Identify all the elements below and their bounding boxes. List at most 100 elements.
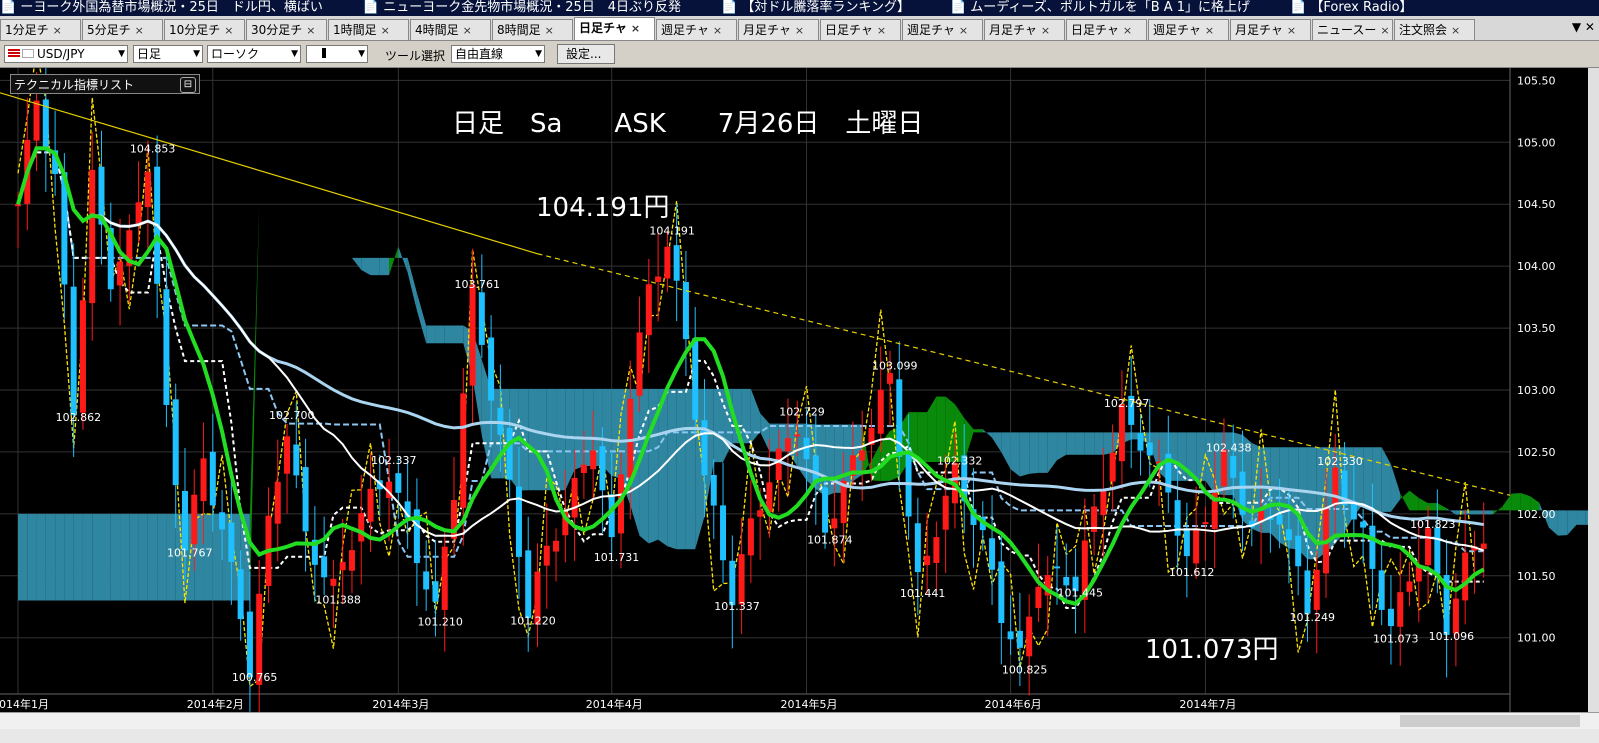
news-item[interactable]: 📄 ーヨーク外国為替市場概況・25日 ドル円、横ばい bbox=[0, 0, 323, 15]
cloud-segment bbox=[18, 513, 28, 601]
tab-10[interactable]: 日足チャ × bbox=[820, 19, 901, 40]
tab-5[interactable]: 4時間足 × bbox=[410, 19, 491, 40]
candle-body bbox=[887, 373, 894, 384]
currency-pair-select[interactable]: USD/JPY ▼ bbox=[4, 45, 128, 63]
cloud-segment bbox=[760, 413, 770, 452]
collapse-icon[interactable]: ⊟ bbox=[180, 77, 196, 93]
close-icon[interactable]: × bbox=[1123, 24, 1132, 37]
tab-controls[interactable]: ▼ ✕ bbox=[1572, 20, 1595, 34]
news-ticker[interactable]: 📄 ーヨーク外国為替市場概況・25日 ドル円、横ばい 📄 ニューヨーク金先物市場概… bbox=[0, 0, 1599, 16]
close-icon[interactable]: × bbox=[545, 24, 554, 37]
candle-body bbox=[543, 545, 550, 566]
cloud-segment bbox=[370, 257, 380, 276]
close-icon[interactable]: × bbox=[1287, 24, 1296, 37]
candle-body bbox=[590, 450, 597, 470]
cloud-segment bbox=[574, 388, 584, 470]
tool-value: 自由直線 bbox=[455, 47, 504, 61]
tab-label: 1分足チ bbox=[5, 23, 49, 37]
tab-0[interactable]: 1分足チ × bbox=[0, 19, 81, 40]
cloud-segment bbox=[1557, 510, 1568, 536]
close-icon[interactable]: × bbox=[306, 24, 315, 37]
candle-body bbox=[1202, 522, 1209, 525]
cloud-segment bbox=[435, 325, 445, 344]
close-icon[interactable]: × bbox=[631, 22, 640, 35]
close-icon[interactable]: × bbox=[959, 24, 968, 37]
indicator-list-title: テクニカル指標リスト bbox=[14, 78, 135, 92]
tab-13[interactable]: 日足チャ × bbox=[1066, 19, 1147, 40]
news-item[interactable]: 📄 ニューヨーク金先物市場概況・25日 4日ぶり反発 bbox=[363, 0, 681, 15]
price-chart[interactable]: 105.361104.853102.862102.700102.337101.7… bbox=[0, 49, 1599, 727]
news-item[interactable]: 📄 【Forex Radio】 bbox=[1290, 0, 1412, 15]
tab-11[interactable]: 週足チャ × bbox=[902, 19, 983, 40]
cloud-segment bbox=[55, 513, 65, 601]
news-item[interactable]: 📄 【対ドル騰落率ランキング】 bbox=[721, 0, 910, 15]
indicator-list-panel[interactable]: テクニカル指標リスト ⊟ bbox=[10, 74, 200, 94]
annotation-low: 101.073円 bbox=[1145, 635, 1279, 665]
close-icon[interactable]: × bbox=[463, 24, 472, 37]
close-icon[interactable]: × bbox=[381, 24, 390, 37]
candle-body bbox=[358, 513, 365, 542]
close-icon[interactable]: × bbox=[1380, 24, 1389, 37]
tab-label: 注文照会 bbox=[1399, 23, 1448, 37]
chart-title: 日足 Sa ASK 7月26日 土曜日 bbox=[452, 109, 923, 139]
tab-17[interactable]: 注文照会 × bbox=[1394, 19, 1475, 40]
candle-body bbox=[191, 494, 198, 545]
close-icon[interactable]: × bbox=[713, 24, 722, 37]
chart-style-select[interactable]: ローソク ▼ bbox=[207, 45, 301, 63]
cloud-segment bbox=[1056, 432, 1067, 461]
close-icon[interactable]: × bbox=[53, 24, 62, 37]
candle-body bbox=[293, 444, 300, 476]
tab-1[interactable]: 5分足チ × bbox=[82, 19, 163, 40]
tab-16[interactable]: ニュースー × bbox=[1312, 19, 1393, 40]
cloud-segment bbox=[268, 152, 278, 173]
close-icon[interactable]: × bbox=[135, 24, 144, 37]
candle-body bbox=[692, 338, 699, 420]
tab-label: 1時間足 bbox=[333, 23, 377, 37]
tab-9[interactable]: 月足チャ × bbox=[738, 19, 819, 40]
close-icon[interactable]: × bbox=[224, 24, 233, 37]
tab-15[interactable]: 月足チャ × bbox=[1230, 19, 1311, 40]
tab-7[interactable]: 日足チャ × bbox=[574, 17, 655, 40]
candle-body bbox=[1146, 442, 1153, 456]
price-label: 101.441 bbox=[900, 587, 946, 600]
chart-area[interactable]: 105.361104.853102.862102.700102.337101.7… bbox=[0, 49, 1599, 727]
us-flag-icon bbox=[8, 49, 20, 58]
tool-select[interactable]: 自由直線 ▼ bbox=[451, 45, 545, 63]
chart-style-value: ローソク bbox=[211, 47, 260, 61]
close-icon[interactable]: × bbox=[1041, 24, 1050, 37]
candle-body bbox=[1425, 528, 1432, 566]
vertical-scrollbar[interactable] bbox=[1588, 68, 1599, 712]
tab-8[interactable]: 週足チャ × bbox=[656, 19, 737, 40]
cloud-segment bbox=[92, 513, 102, 601]
close-icon[interactable]: × bbox=[1205, 24, 1214, 37]
close-icon[interactable]: × bbox=[1451, 24, 1460, 37]
period-select[interactable]: 日足 ▼ bbox=[133, 45, 203, 63]
candle-body bbox=[1387, 608, 1394, 627]
candle-body bbox=[831, 518, 838, 529]
candle-body bbox=[1285, 529, 1292, 541]
candle-body bbox=[79, 300, 86, 413]
price-label: 101.337 bbox=[714, 600, 760, 613]
cloud-segment bbox=[676, 388, 686, 550]
tab-12[interactable]: 月足チャ × bbox=[984, 19, 1065, 40]
draw-color-select[interactable]: ▼ bbox=[306, 45, 368, 63]
tab-3[interactable]: 30分足チ × bbox=[246, 19, 327, 40]
y-tick-label: 102.50 bbox=[1517, 446, 1556, 459]
candle-body bbox=[747, 518, 754, 556]
settings-button[interactable]: 設定... bbox=[557, 44, 615, 64]
close-icon[interactable]: × bbox=[795, 24, 804, 37]
candle-body bbox=[515, 486, 522, 557]
tab-14[interactable]: 週足チャ × bbox=[1148, 19, 1229, 40]
horizontal-scrollbar[interactable] bbox=[0, 712, 1599, 730]
news-item[interactable]: 📄 ムーディーズ、ポルトガルを「B A 1」に格上げ bbox=[950, 0, 1250, 15]
candle-body bbox=[1304, 570, 1311, 614]
tab-4[interactable]: 1時間足 × bbox=[328, 19, 409, 40]
price-label: 104.191 bbox=[649, 224, 695, 237]
candle-body bbox=[117, 261, 124, 286]
scrollbar-thumb[interactable] bbox=[1400, 715, 1580, 727]
cloud-segment bbox=[147, 513, 158, 601]
tab-6[interactable]: 8時間足 × bbox=[492, 19, 573, 40]
close-icon[interactable]: × bbox=[877, 24, 886, 37]
tab-2[interactable]: 10分足チ × bbox=[164, 19, 245, 40]
price-label: 102.330 bbox=[1317, 455, 1363, 468]
